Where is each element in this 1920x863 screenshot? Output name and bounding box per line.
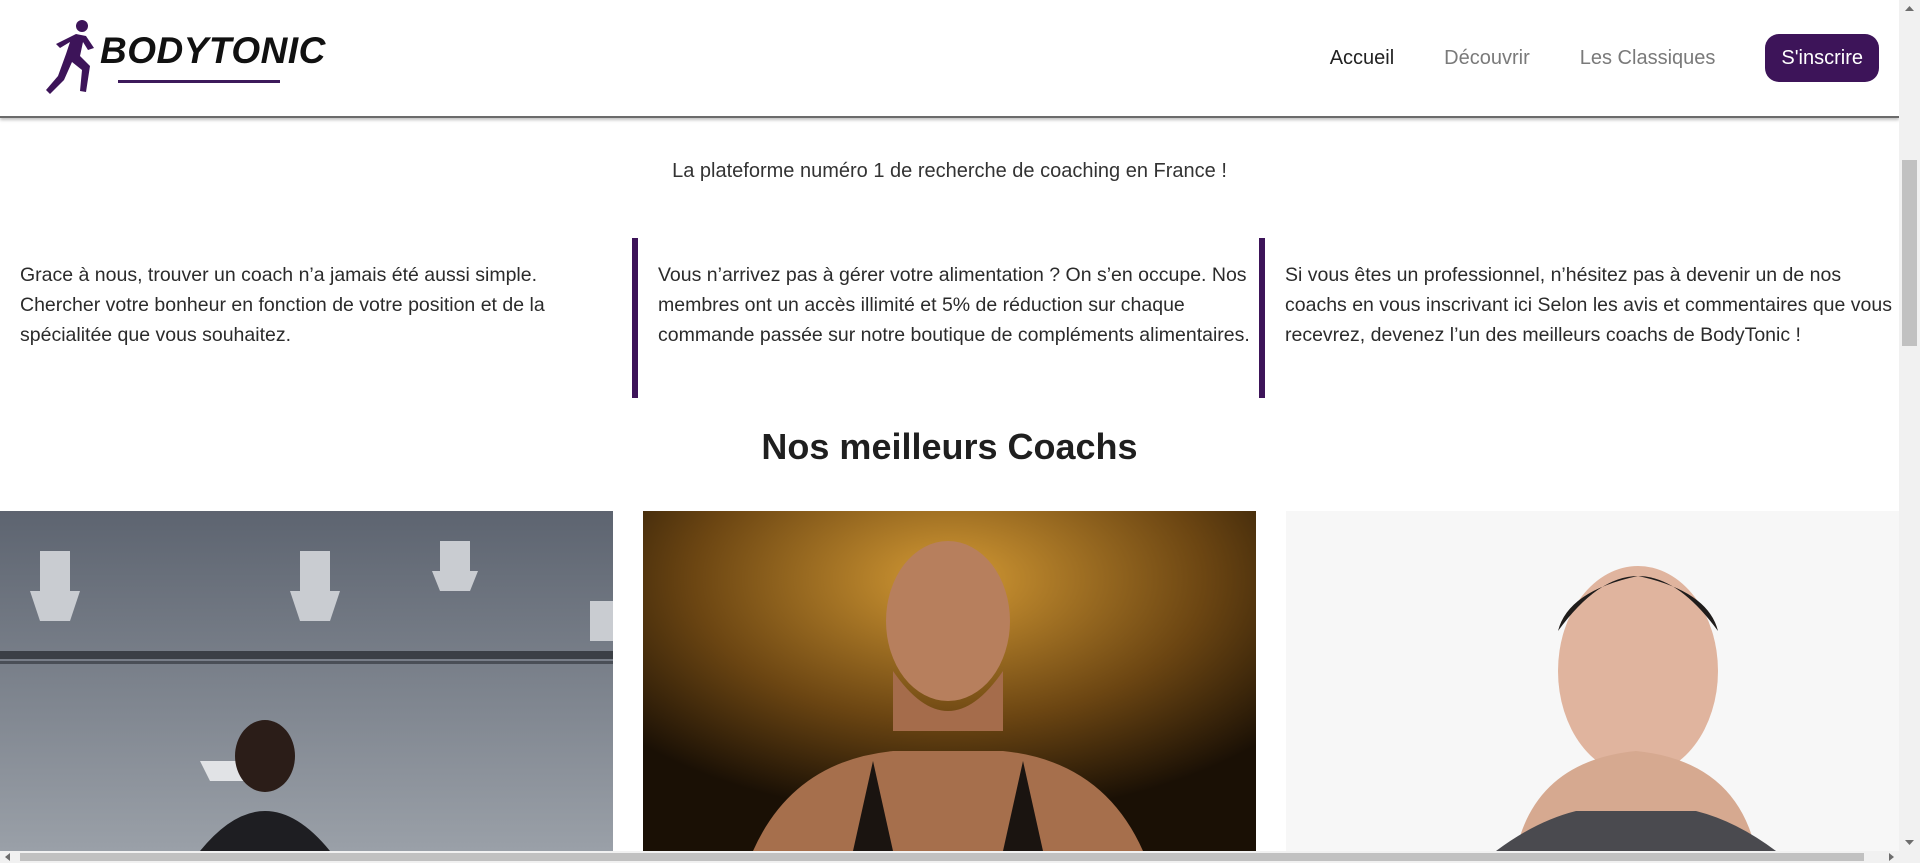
feature-text: Vous n’arrivez pas à gérer votre aliment…	[658, 264, 1250, 346]
vertical-scroll-thumb[interactable]	[1902, 160, 1917, 346]
feature-nutrition: Vous n’arrivez pas à gérer votre aliment…	[632, 238, 1268, 398]
feature-text: Grace à nous, trouver un coach n’a jamai…	[20, 264, 545, 346]
site-header: BODYTONIC Accueil Découvrir Les Classiqu…	[0, 0, 1899, 118]
coach-card[interactable]	[1286, 511, 1899, 851]
vertical-scrollbar[interactable]	[1899, 0, 1920, 851]
feature-text: Si vous êtes un professionnel, n’hésitez…	[1285, 264, 1892, 346]
scroll-left-icon[interactable]	[0, 851, 17, 863]
brand-name: BODYTONIC	[100, 30, 326, 71]
coach-photo-white-background	[1286, 511, 1899, 851]
horizontal-scroll-thumb[interactable]	[20, 853, 1864, 861]
coach-card[interactable]	[0, 511, 613, 851]
horizontal-scrollbar[interactable]	[0, 851, 1920, 863]
brand-logo[interactable]: BODYTONIC	[46, 18, 326, 98]
main-nav: Accueil Découvrir Les Classiques S'inscr…	[1330, 34, 1899, 82]
page: BODYTONIC Accueil Découvrir Les Classiqu…	[0, 0, 1899, 851]
signup-button[interactable]: S'inscrire	[1765, 34, 1879, 82]
scroll-up-icon[interactable]	[1899, 0, 1920, 17]
runner-icon	[46, 20, 94, 94]
scroll-right-icon[interactable]	[1882, 851, 1899, 863]
scroll-down-icon[interactable]	[1899, 834, 1920, 851]
section-title: Nos meilleurs Coachs	[761, 426, 1138, 467]
coach-photo-gym	[0, 511, 613, 851]
feature-become-coach: Si vous êtes un professionnel, n’hésitez…	[1259, 238, 1895, 398]
feature-find-coach: Grace à nous, trouver un coach n’a jamai…	[20, 238, 610, 398]
coach-card[interactable]	[643, 511, 1256, 851]
coach-photo-gold-background	[643, 511, 1256, 851]
nav-accueil[interactable]: Accueil	[1330, 47, 1394, 70]
nav-decouvrir[interactable]: Découvrir	[1444, 47, 1530, 70]
nav-les-classiques[interactable]: Les Classiques	[1580, 47, 1716, 70]
brand-underline	[118, 80, 280, 83]
tagline: La plateforme numéro 1 de recherche de c…	[672, 160, 1227, 182]
